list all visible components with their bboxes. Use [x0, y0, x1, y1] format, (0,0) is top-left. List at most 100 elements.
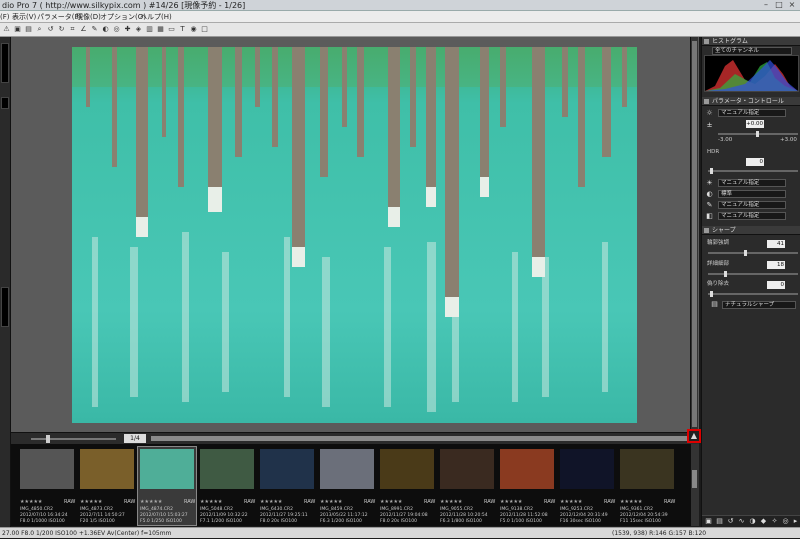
sharp-noise-value[interactable]: 0 [767, 281, 785, 289]
menu-parameter[interactable]: パラメータ(P) [37, 11, 81, 23]
filmstrip-thumbnail[interactable]: ★★★★★ RAW IMG_8991.CR2 2012/11/27 19:04:08 F… [378, 447, 436, 525]
exposure-value[interactable]: +0.00 [746, 120, 764, 128]
spot-icon[interactable]: ◎ [112, 25, 121, 34]
sharp-detail-value[interactable]: 18 [767, 261, 785, 269]
reset-icon[interactable]: ↺ [726, 517, 735, 526]
develop-icon[interactable]: ◉ [189, 25, 198, 34]
collapse-icon[interactable] [704, 228, 709, 233]
menu-help[interactable]: ヘルプ(H) [140, 11, 172, 23]
slider-knob[interactable] [710, 168, 713, 174]
left-tab[interactable] [1, 97, 9, 109]
rating-stars[interactable]: ★★★★★ RAW [380, 499, 435, 505]
rotate-right-icon[interactable]: ↻ [57, 25, 66, 34]
rating-stars[interactable]: ★★★★★ RAW [500, 499, 555, 505]
histogram-channel-select[interactable]: 全てのチャンネル [712, 47, 792, 55]
filmstrip-thumbnail[interactable]: ★★★★★ RAW IMG_4850.CR2 2012/07/10 16:34:24 F… [18, 447, 76, 525]
close-button[interactable]: × [786, 0, 798, 10]
straighten-icon[interactable]: ∠ [79, 25, 88, 34]
collapse-icon[interactable] [704, 39, 709, 44]
hdr-value[interactable]: 0 [746, 158, 764, 166]
menu-file[interactable]: (F) [0, 11, 10, 23]
filmstrip-icon[interactable]: ▭ [167, 25, 176, 34]
filmstrip-thumbnail[interactable]: ★★★★★ RAW IMG_9253.CR2 2012/12/04 20:31:49 F… [558, 447, 616, 525]
rating-stars[interactable]: ★★★★★ RAW [560, 499, 615, 505]
zoom-slider[interactable] [31, 438, 116, 440]
sharp-strength-slider[interactable] [708, 250, 798, 256]
filmstrip-thumbnail[interactable]: ★★★★★ RAW IMG_8459.CR2 2013/05/22 11:17:12 F… [318, 447, 376, 525]
fullscreen-icon[interactable]: □ [200, 25, 209, 34]
scrollbar-thumb[interactable] [692, 470, 697, 488]
compare-icon[interactable]: ▥ [145, 25, 154, 34]
sharp-strength-value[interactable]: 41 [767, 240, 785, 248]
wb-picker-icon[interactable]: ◐ [101, 25, 110, 34]
slider-knob[interactable] [710, 291, 713, 297]
filmstrip-thumbnail[interactable]: ★★★★★ RAW IMG_9361.CR2 2012/12/04 20:54:39 F… [618, 447, 676, 525]
sharp-noise-slider[interactable] [708, 291, 798, 297]
rating-stars[interactable]: ★★★★★ RAW [320, 499, 375, 505]
color-balance-icon[interactable]: ◑ [748, 517, 757, 526]
rating-stars[interactable]: ★★★★★ RAW [140, 499, 195, 505]
menu-develop[interactable]: 現像(D) [76, 11, 101, 23]
copy-icon[interactable]: ▣ [704, 517, 713, 526]
open-folder-icon[interactable]: ▣ [13, 25, 22, 34]
zoom-value[interactable]: 1/4 [124, 434, 146, 443]
slider-knob[interactable] [724, 271, 727, 277]
warning-icon[interactable]: ⚠ [2, 25, 11, 34]
thumbnail-exif: F5.0 1/250 ISO100 [140, 519, 182, 524]
menu-view[interactable]: 表示(V) [12, 11, 36, 23]
sharp-detail-slider[interactable] [708, 271, 798, 277]
histogram-header[interactable]: ヒストグラム [702, 37, 800, 46]
scrollbar-thumb[interactable] [692, 41, 697, 427]
filmstrip-thumbnail[interactable]: ★★★★★ RAW IMG_4873.CR2 2012/7/11 14:50:27 F2… [78, 447, 136, 525]
filmstrip-scrollbar[interactable] [691, 444, 699, 526]
tone-mode-select[interactable]: マニュアル指定 [718, 179, 786, 187]
filmstrip-thumbnail[interactable]: ★★★★★ RAW IMG_9055.CR2 2012/11/28 10:20:54 F… [438, 447, 496, 525]
rating-stars[interactable]: ★★★★★ RAW [80, 499, 135, 505]
viewer-vertical-scrollbar[interactable] [690, 37, 698, 432]
sharpness-icon[interactable]: ◆ [759, 517, 768, 526]
exposure-slider[interactable] [718, 131, 798, 137]
lens-icon[interactable]: ◎ [781, 517, 790, 526]
zoom-icon[interactable]: ⌕ [35, 25, 44, 34]
noise-icon[interactable]: ✧ [770, 517, 779, 526]
filmstrip-thumbnail[interactable]: ★★★★★ RAW IMG_9138.CR2 2012/11/28 11:52:08 F… [498, 447, 556, 525]
scrollbar-thumb[interactable] [151, 436, 689, 441]
eyedropper-icon[interactable]: ✎ [90, 25, 99, 34]
color-mode-select[interactable]: 標準 [718, 190, 786, 198]
maximize-button[interactable]: □ [773, 0, 785, 10]
minimize-button[interactable]: – [760, 0, 772, 10]
rating-stars[interactable]: ★★★★★ RAW [260, 499, 315, 505]
slider-knob[interactable] [744, 250, 747, 256]
rating-stars[interactable]: ★★★★★ RAW [20, 499, 75, 505]
crop-icon[interactable]: ⌗ [68, 25, 77, 34]
parameter-control-header[interactable]: パラメータ・コントロール [702, 97, 800, 106]
heal-icon[interactable]: ✚ [123, 25, 132, 34]
hdr-slider[interactable] [708, 168, 798, 174]
sharp-preset-select[interactable]: ナチュラルシャープ [722, 301, 796, 309]
filmstrip-thumbnail[interactable]: ★★★★★ RAW IMG_4874.CR2 2012/07/10 15:03:27 F… [137, 446, 197, 526]
viewer-horizontal-scrollbar[interactable] [151, 436, 691, 441]
filmstrip-thumbnail[interactable]: ★★★★★ RAW IMG_6430.CR2 2012/11/27 19:25:11 F… [258, 447, 316, 525]
slider-knob[interactable] [756, 131, 759, 137]
paste-icon[interactable]: ▤ [715, 517, 724, 526]
filmstrip-thumbnail[interactable]: ★★★★★ RAW IMG_5048.CR2 2012/11/09 10:32:22 F… [198, 447, 256, 525]
sharp-header[interactable]: シャープ [702, 226, 800, 235]
save-icon[interactable]: ▤ [24, 25, 33, 34]
rating-stars[interactable]: ★★★★★ RAW [200, 499, 255, 505]
rating-stars[interactable]: ★★★★★ RAW [620, 499, 675, 505]
panel-bottom-toolbar: ▣ ▤ ↺ ∿ ◑ ◆ ✧ ◎ ▸ [702, 515, 800, 527]
zoom-slider-knob[interactable] [46, 435, 50, 443]
wb-mode-select[interactable]: マニュアル指定 [718, 109, 786, 117]
text-icon[interactable]: T [178, 25, 187, 34]
saturation-mode-select[interactable]: マニュアル指定 [718, 201, 786, 209]
preview-area[interactable] [11, 37, 699, 432]
partial-correction-icon[interactable]: ◈ [134, 25, 143, 34]
more-icon[interactable]: ▸ [791, 517, 800, 526]
tone-curve-icon[interactable]: ∿ [737, 517, 746, 526]
collapse-icon[interactable] [704, 99, 709, 104]
highlight-warning-button[interactable]: ▲ [687, 429, 701, 443]
grid-icon[interactable]: ▦ [156, 25, 165, 34]
rating-stars[interactable]: ★★★★★ RAW [440, 499, 495, 505]
edge-mode-select[interactable]: マニュアル指定 [718, 212, 786, 220]
rotate-left-icon[interactable]: ↺ [46, 25, 55, 34]
